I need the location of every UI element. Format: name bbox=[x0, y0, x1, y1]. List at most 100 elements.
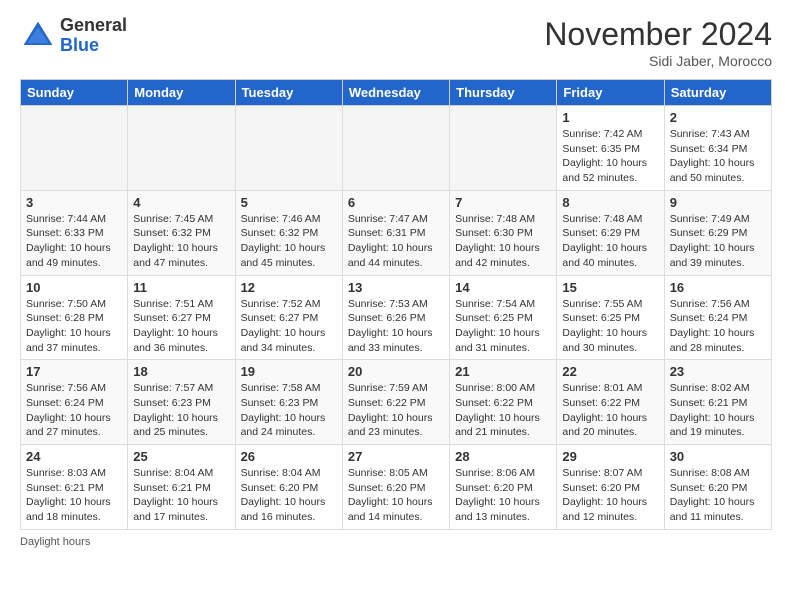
day-info: Sunrise: 8:02 AM Sunset: 6:21 PM Dayligh… bbox=[670, 381, 766, 440]
table-row: 26Sunrise: 8:04 AM Sunset: 6:20 PM Dayli… bbox=[235, 445, 342, 530]
table-row: 12 Sunrise: 7:52 AM Sunset: 6:27 PM Dayli… bbox=[235, 275, 342, 360]
day-number: 7 bbox=[455, 195, 551, 210]
table-row: 27 Sunrise: 8:05 AM Sunset: 6:20 PM Dayli… bbox=[342, 445, 449, 530]
table-row: 7 Sunrise: 7:48 AM Sunset: 6:30 PM Daylig… bbox=[450, 190, 557, 275]
day-info: Sunrise: 7:45 AM Sunset: 6:32 PM Dayligh… bbox=[133, 212, 229, 271]
col-tuesday: Tuesday bbox=[235, 80, 342, 106]
day-info: Sunrise: 7:55 AM Sunset: 6:25 PM Dayligh… bbox=[562, 297, 658, 356]
day-info: Sunrise: 8:07 AM Sunset: 6:20 PM Dayligh… bbox=[562, 466, 658, 525]
table-row: 16 Sunrise: 7:56 AM Sunset: 6:24 PM Dayli… bbox=[664, 275, 771, 360]
table-row: 19Sunrise: 7:58 AM Sunset: 6:23 PM Dayli… bbox=[235, 360, 342, 445]
table-row: 21Sunrise: 8:00 AM Sunset: 6:22 PM Dayli… bbox=[450, 360, 557, 445]
day-number: 18 bbox=[133, 364, 229, 379]
calendar-week-2: 3Sunrise: 7:44 AM Sunset: 6:33 PM Daylig… bbox=[21, 190, 772, 275]
day-info: Sunrise: 7:56 AM Sunset: 6:24 PM Dayligh… bbox=[670, 297, 766, 356]
table-row: 5Sunrise: 7:46 AM Sunset: 6:32 PM Daylig… bbox=[235, 190, 342, 275]
day-info: Sunrise: 7:46 AM Sunset: 6:32 PM Dayligh… bbox=[241, 212, 337, 271]
table-row: 13 Sunrise: 7:53 AM Sunset: 6:26 PM Dayli… bbox=[342, 275, 449, 360]
day-info: Sunrise: 7:51 AM Sunset: 6:27 PM Dayligh… bbox=[133, 297, 229, 356]
logo-blue-label: Blue bbox=[60, 36, 127, 56]
header: General Blue November 2024 Sidi Jaber, M… bbox=[20, 16, 772, 69]
col-thursday: Thursday bbox=[450, 80, 557, 106]
day-info: Sunrise: 7:49 AM Sunset: 6:29 PM Dayligh… bbox=[670, 212, 766, 271]
day-info: Sunrise: 7:52 AM Sunset: 6:27 PM Dayligh… bbox=[241, 297, 337, 356]
logo: General Blue bbox=[20, 16, 127, 56]
col-monday: Monday bbox=[128, 80, 235, 106]
logo-general-label: General bbox=[60, 16, 127, 36]
daylight-note: Daylight hours bbox=[20, 536, 90, 548]
table-row: 8Sunrise: 7:48 AM Sunset: 6:29 PM Daylig… bbox=[557, 190, 664, 275]
day-number: 29 bbox=[562, 449, 658, 464]
day-number: 28 bbox=[455, 449, 551, 464]
table-row: 3Sunrise: 7:44 AM Sunset: 6:33 PM Daylig… bbox=[21, 190, 128, 275]
day-number: 10 bbox=[26, 280, 122, 295]
calendar-body: 1 Sunrise: 7:42 AM Sunset: 6:35 PM Daylig… bbox=[21, 106, 772, 530]
calendar-week-3: 10 Sunrise: 7:50 AM Sunset: 6:28 PM Dayli… bbox=[21, 275, 772, 360]
location-subtitle: Sidi Jaber, Morocco bbox=[544, 53, 772, 69]
day-number: 27 bbox=[348, 449, 444, 464]
table-row: 18Sunrise: 7:57 AM Sunset: 6:23 PM Dayli… bbox=[128, 360, 235, 445]
day-info: Sunrise: 7:47 AM Sunset: 6:31 PM Dayligh… bbox=[348, 212, 444, 271]
table-row bbox=[21, 106, 128, 191]
day-number: 24 bbox=[26, 449, 122, 464]
table-row: 6 Sunrise: 7:47 AM Sunset: 6:31 PM Daylig… bbox=[342, 190, 449, 275]
title-block: November 2024 Sidi Jaber, Morocco bbox=[544, 16, 772, 69]
day-info: Sunrise: 7:48 AM Sunset: 6:30 PM Dayligh… bbox=[455, 212, 551, 271]
day-info: Sunrise: 7:43 AM Sunset: 6:34 PM Dayligh… bbox=[670, 127, 766, 186]
table-row: 29 Sunrise: 8:07 AM Sunset: 6:20 PM Dayli… bbox=[557, 445, 664, 530]
logo-text: General Blue bbox=[60, 16, 127, 56]
day-info: Sunrise: 8:04 AM Sunset: 6:21 PM Dayligh… bbox=[133, 466, 229, 525]
day-info: Sunrise: 7:53 AM Sunset: 6:26 PM Dayligh… bbox=[348, 297, 444, 356]
table-row: 20Sunrise: 7:59 AM Sunset: 6:22 PM Dayli… bbox=[342, 360, 449, 445]
day-info: Sunrise: 7:58 AM Sunset: 6:23 PM Dayligh… bbox=[241, 381, 337, 440]
table-row: 11 Sunrise: 7:51 AM Sunset: 6:27 PM Dayli… bbox=[128, 275, 235, 360]
col-friday: Friday bbox=[557, 80, 664, 106]
col-wednesday: Wednesday bbox=[342, 80, 449, 106]
day-number: 11 bbox=[133, 280, 229, 295]
page: General Blue November 2024 Sidi Jaber, M… bbox=[0, 0, 792, 612]
table-row bbox=[128, 106, 235, 191]
day-number: 14 bbox=[455, 280, 551, 295]
day-number: 15 bbox=[562, 280, 658, 295]
day-number: 1 bbox=[562, 110, 658, 125]
table-row: 2 Sunrise: 7:43 AM Sunset: 6:34 PM Daylig… bbox=[664, 106, 771, 191]
table-row: 24Sunrise: 8:03 AM Sunset: 6:21 PM Dayli… bbox=[21, 445, 128, 530]
day-info: Sunrise: 7:42 AM Sunset: 6:35 PM Dayligh… bbox=[562, 127, 658, 186]
table-row bbox=[342, 106, 449, 191]
day-number: 6 bbox=[348, 195, 444, 210]
table-row: 17Sunrise: 7:56 AM Sunset: 6:24 PM Dayli… bbox=[21, 360, 128, 445]
day-info: Sunrise: 8:08 AM Sunset: 6:20 PM Dayligh… bbox=[670, 466, 766, 525]
table-row: 23Sunrise: 8:02 AM Sunset: 6:21 PM Dayli… bbox=[664, 360, 771, 445]
day-info: Sunrise: 8:06 AM Sunset: 6:20 PM Dayligh… bbox=[455, 466, 551, 525]
day-info: Sunrise: 7:48 AM Sunset: 6:29 PM Dayligh… bbox=[562, 212, 658, 271]
col-saturday: Saturday bbox=[664, 80, 771, 106]
day-number: 13 bbox=[348, 280, 444, 295]
day-info: Sunrise: 8:01 AM Sunset: 6:22 PM Dayligh… bbox=[562, 381, 658, 440]
day-info: Sunrise: 8:00 AM Sunset: 6:22 PM Dayligh… bbox=[455, 381, 551, 440]
calendar-week-5: 24Sunrise: 8:03 AM Sunset: 6:21 PM Dayli… bbox=[21, 445, 772, 530]
footer-note: Daylight hours bbox=[20, 536, 772, 548]
table-row: 30 Sunrise: 8:08 AM Sunset: 6:20 PM Dayli… bbox=[664, 445, 771, 530]
day-number: 16 bbox=[670, 280, 766, 295]
day-number: 9 bbox=[670, 195, 766, 210]
month-title: November 2024 bbox=[544, 16, 772, 53]
day-number: 3 bbox=[26, 195, 122, 210]
table-row: 15 Sunrise: 7:55 AM Sunset: 6:25 PM Dayli… bbox=[557, 275, 664, 360]
table-row: 4 Sunrise: 7:45 AM Sunset: 6:32 PM Daylig… bbox=[128, 190, 235, 275]
day-number: 12 bbox=[241, 280, 337, 295]
day-number: 4 bbox=[133, 195, 229, 210]
table-row: 22Sunrise: 8:01 AM Sunset: 6:22 PM Dayli… bbox=[557, 360, 664, 445]
col-sunday: Sunday bbox=[21, 80, 128, 106]
day-number: 30 bbox=[670, 449, 766, 464]
day-info: Sunrise: 8:05 AM Sunset: 6:20 PM Dayligh… bbox=[348, 466, 444, 525]
day-number: 25 bbox=[133, 449, 229, 464]
day-number: 2 bbox=[670, 110, 766, 125]
day-info: Sunrise: 7:56 AM Sunset: 6:24 PM Dayligh… bbox=[26, 381, 122, 440]
calendar-week-4: 17Sunrise: 7:56 AM Sunset: 6:24 PM Dayli… bbox=[21, 360, 772, 445]
day-info: Sunrise: 7:59 AM Sunset: 6:22 PM Dayligh… bbox=[348, 381, 444, 440]
table-row: 1 Sunrise: 7:42 AM Sunset: 6:35 PM Daylig… bbox=[557, 106, 664, 191]
table-row bbox=[235, 106, 342, 191]
day-info: Sunrise: 7:50 AM Sunset: 6:28 PM Dayligh… bbox=[26, 297, 122, 356]
logo-icon bbox=[20, 18, 56, 54]
day-number: 26 bbox=[241, 449, 337, 464]
